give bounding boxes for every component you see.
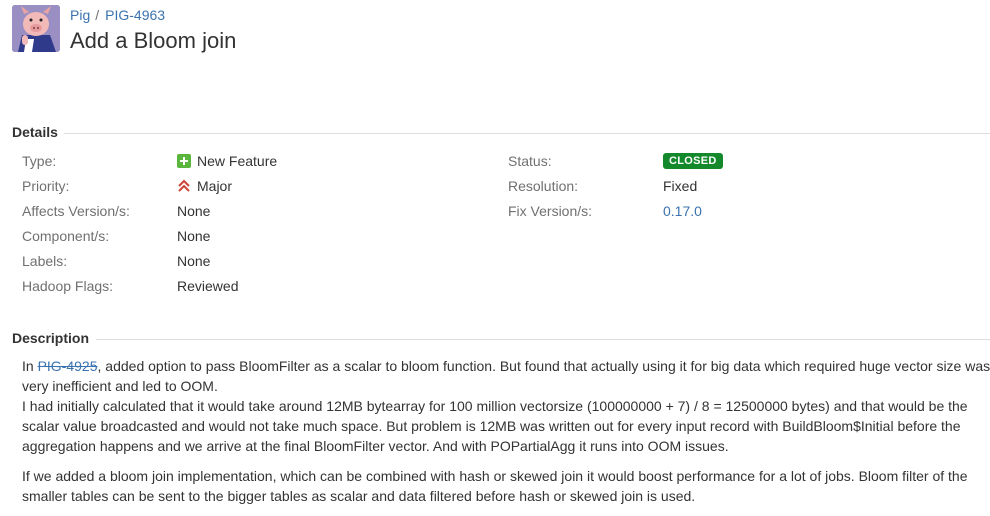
type-value: New Feature [177, 152, 277, 172]
breadcrumb: Pig / PIG-4963 [70, 6, 165, 24]
status-badge: CLOSED [663, 153, 723, 169]
affects-version-value: None [177, 203, 211, 219]
description-paragraph: In PIG-4925, added option to pass BloomF… [22, 356, 990, 456]
pig-logo-icon [12, 5, 60, 52]
description-body: In PIG-4925, added option to pass BloomF… [22, 356, 990, 516]
resolution-label: Resolution: [508, 178, 579, 194]
issue-title[interactable]: Add a Bloom join [70, 27, 236, 55]
fix-version-value: 0.17.0 [663, 202, 702, 220]
description-paragraph: If we added a bloom join implementation,… [22, 468, 968, 504]
hadoop-flags-value: Reviewed [177, 278, 239, 294]
fix-version-link[interactable]: 0.17.0 [663, 203, 702, 219]
description-heading[interactable]: Description [12, 330, 89, 346]
type-label: Type: [22, 153, 57, 169]
labels-value: None [177, 253, 211, 269]
component-label: Component/s: [22, 228, 110, 244]
breadcrumb-issue-link[interactable]: PIG-4963 [105, 7, 165, 23]
component-value: None [177, 228, 211, 244]
project-avatar[interactable] [12, 5, 60, 52]
fix-version-label: Fix Version/s: [508, 203, 593, 219]
breadcrumb-separator: / [95, 7, 100, 23]
description-text: , added option to pass BloomFilter as a … [22, 358, 990, 394]
type-value-text: New Feature [197, 153, 278, 169]
description-text: I had initially calculated that it would… [22, 398, 968, 454]
status-label: Status: [508, 153, 552, 169]
details-divider [64, 133, 990, 134]
description-divider [96, 339, 990, 340]
hadoop-flags-label: Hadoop Flags: [22, 278, 114, 294]
new-feature-icon [177, 154, 191, 172]
linked-issue-link[interactable]: PIG-4925 [38, 358, 98, 374]
priority-value: Major [177, 177, 232, 197]
priority-label: Priority: [22, 178, 70, 194]
resolution-value: Fixed [663, 178, 698, 194]
description-text: In [22, 358, 38, 374]
details-heading[interactable]: Details [12, 124, 58, 140]
major-priority-icon [177, 179, 191, 197]
priority-value-text: Major [197, 178, 233, 194]
labels-label: Labels: [22, 253, 68, 269]
breadcrumb-project-link[interactable]: Pig [70, 7, 90, 23]
affects-version-label: Affects Version/s: [22, 203, 130, 219]
